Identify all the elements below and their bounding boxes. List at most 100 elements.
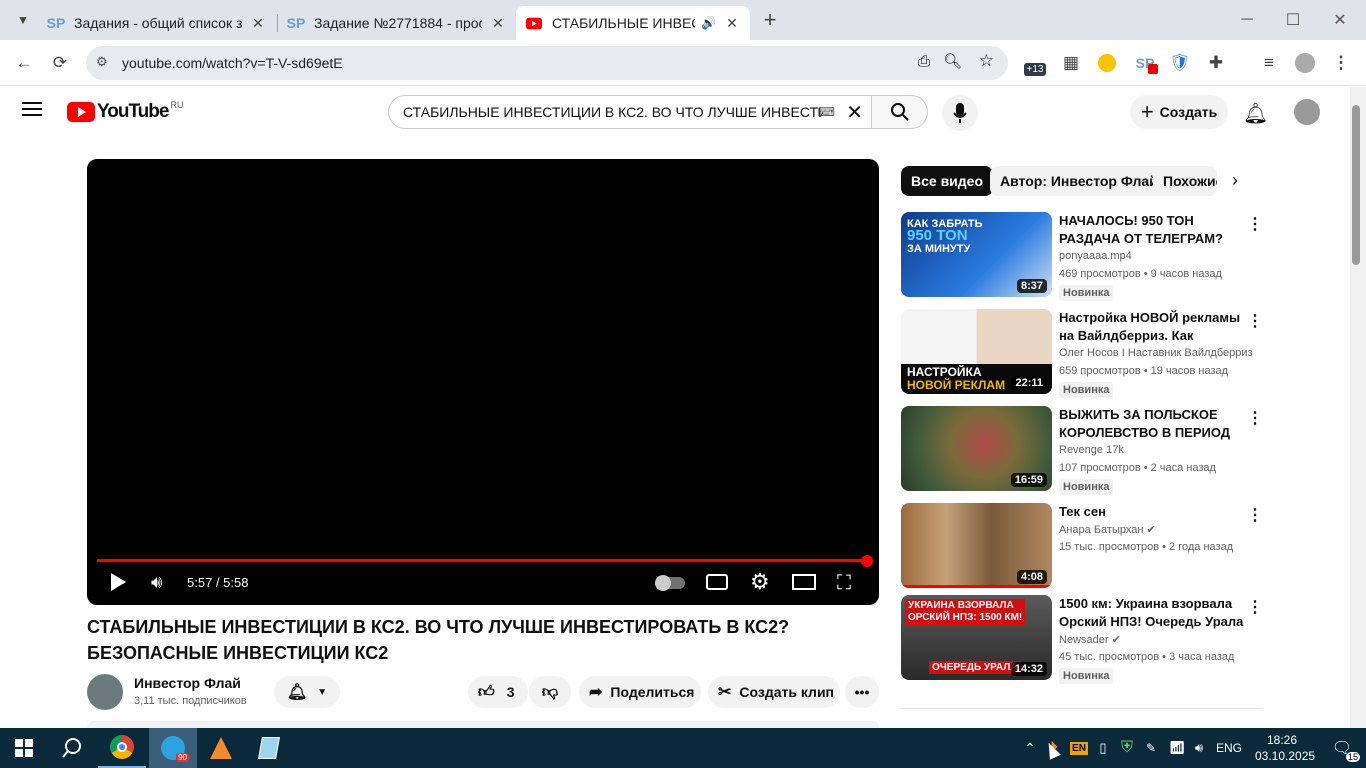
site-info-icon[interactable]: ⚙ (96, 54, 108, 70)
chevron-right-icon[interactable]: › (1232, 170, 1238, 191)
close-icon[interactable]: ✕ (490, 15, 506, 31)
recommended-channel[interactable]: Анара Батырхан ✔ (1059, 523, 1156, 536)
video-thumbnail[interactable]: УКРАИНА ВЗОРВАЛА ОРСКИЙ НПЗ: 1500 КМ! ОЧЕ… (901, 595, 1052, 680)
settings-gear-icon[interactable]: ⚙ (750, 569, 770, 595)
more-actions-button[interactable]: ••• (845, 676, 879, 708)
notifications-bell-icon[interactable]: 🔔︎ (1243, 101, 1268, 126)
recommended-channel[interactable]: ponyaaaa.mp4 (1059, 250, 1132, 262)
new-tab-button[interactable]: + (755, 5, 785, 35)
start-button[interactable] (0, 728, 48, 768)
sp-favicon-icon: SP (286, 15, 306, 31)
maximize-button[interactable]: ☐ (1270, 0, 1316, 40)
install-icon[interactable]: ⎙ (918, 53, 930, 70)
chip-all-videos[interactable]: Все видео (901, 166, 994, 196)
zoom-icon[interactable]: 🔍︎ (943, 52, 962, 70)
tab-2[interactable]: SP Задание №2771884 - просмотр ✕ (278, 6, 516, 40)
close-window-button[interactable]: ✕ (1317, 0, 1363, 40)
telegram-taskbar-app[interactable]: 90 (149, 728, 197, 768)
share-button[interactable]: ➦ Поделиться (579, 676, 701, 708)
voice-search-button[interactable] (942, 95, 978, 131)
reload-button[interactable]: ⟳ (45, 48, 75, 78)
like-button[interactable]: 👍︎ 3 (468, 676, 528, 708)
chip-related[interactable]: Похожие (1153, 166, 1217, 196)
show-hidden-icons[interactable]: ⌃ (1015, 728, 1045, 768)
network-icon[interactable]: 📶︎ (1166, 728, 1188, 768)
clock[interactable]: 18:26 03.10.2025 (1255, 732, 1315, 764)
profile-avatar[interactable] (1290, 48, 1320, 78)
menu-kebab-icon[interactable]: ⋮ (1326, 48, 1356, 78)
shield-icon[interactable]: 🛡︎ (1165, 48, 1195, 78)
address-bar[interactable]: ⚙ youtube.com/watch?v=T-V-sd69etE ⎙ 🔍︎ ☆ (86, 46, 1008, 80)
more-vertical-icon[interactable]: ⋮ (1247, 214, 1263, 234)
battery-icon[interactable]: ▯ (1092, 728, 1114, 768)
tray-en-icon[interactable]: EN (1068, 728, 1090, 768)
search-button[interactable] (871, 95, 928, 129)
user-avatar[interactable] (1294, 99, 1320, 125)
volume-tray-icon[interactable]: 🔊︎ (1188, 728, 1210, 768)
extensions-count-icon[interactable]: +13 (1020, 48, 1050, 78)
play-button[interactable] (109, 572, 127, 597)
bookmark-star-icon[interactable]: ☆ (979, 51, 994, 71)
search-taskbar-button[interactable] (48, 728, 96, 768)
recommended-item[interactable]: НАСТРОЙКА НОВОЙ РЕКЛАМ 22:11 Настройка НО… (901, 309, 1271, 398)
recommended-item[interactable]: КАК ЗАБРАТЬ 950 TON ЗА МИНУТУ 8:37 НАЧАЛОС… (901, 212, 1271, 301)
tab-1[interactable]: SP Задания - общий список задания ✕ (38, 6, 276, 40)
scrubber-handle[interactable] (860, 555, 873, 567)
app-notepad-taskbar[interactable] (245, 728, 293, 768)
close-icon[interactable]: ✕ (250, 15, 266, 31)
back-button[interactable]: ← (9, 48, 39, 78)
channel-avatar[interactable] (87, 674, 123, 710)
timer-extension-icon[interactable] (1092, 48, 1122, 78)
sp-extension-icon[interactable]: SP (1130, 48, 1160, 78)
chrome-taskbar-app[interactable] (98, 728, 146, 768)
more-vertical-icon[interactable]: ⋮ (1247, 408, 1263, 428)
shield-tray-icon[interactable]: ⛨ (1116, 728, 1138, 768)
clip-button[interactable]: ✂ Создать клип (708, 676, 840, 708)
keyboard-icon[interactable]: ⌨ (818, 105, 835, 119)
speaker-icon[interactable]: 🔊 (701, 16, 716, 30)
more-vertical-icon[interactable]: ⋮ (1247, 597, 1263, 617)
media-control-icon[interactable]: ≡ (1254, 48, 1284, 78)
description-box-edge (87, 721, 879, 728)
channel-name[interactable]: Инвестор Флай (134, 675, 241, 691)
page-scrollbar[interactable] (1350, 87, 1366, 728)
clear-search-icon[interactable]: ✕ (846, 100, 863, 125)
tab-search-button[interactable]: ▼ (8, 5, 38, 35)
youtube-logo[interactable]: YouTube RU (67, 100, 183, 123)
theater-mode-icon[interactable] (792, 574, 816, 590)
recommended-channel[interactable]: Newsader ✔ (1059, 633, 1121, 646)
scrollbar-thumb[interactable] (1352, 105, 1360, 265)
app-orange-taskbar[interactable] (197, 728, 245, 768)
video-thumbnail[interactable]: 16:59 (901, 406, 1052, 491)
recommended-item[interactable]: УКРАИНА ВЗОРВАЛА ОРСКИЙ НПЗ: 1500 КМ! ОЧЕ… (901, 595, 1271, 684)
fullscreen-icon[interactable]: ⛶ (837, 572, 851, 595)
create-button[interactable]: + Создать (1130, 95, 1228, 129)
hamburger-icon[interactable] (22, 101, 44, 119)
subtitles-icon[interactable] (706, 574, 728, 590)
volume-button[interactable]: 🔊︎ (151, 572, 162, 593)
minimize-button[interactable]: ─ (1224, 0, 1270, 40)
extensions-puzzle-icon[interactable]: ✚ (1201, 48, 1231, 78)
notification-center-button[interactable]: 🗨︎ 15 (1318, 728, 1366, 768)
qr-icon[interactable]: ▦ (1056, 48, 1086, 78)
progress-bar[interactable] (97, 559, 867, 562)
tab-3-active[interactable]: СТАБИЛЬНЫЕ ИНВЕСТИЦИИ В КС2 🔊 ✕ (516, 6, 750, 40)
more-vertical-icon[interactable]: ⋮ (1247, 505, 1263, 525)
autoplay-toggle[interactable] (655, 575, 685, 591)
recommended-item[interactable]: 4:08 Тек сен Анара Батырхан ✔ 15 тыс. пр… (901, 503, 1271, 591)
more-vertical-icon[interactable]: ⋮ (1247, 311, 1263, 331)
video-thumbnail[interactable]: КАК ЗАБРАТЬ 950 TON ЗА МИНУТУ 8:37 (901, 212, 1052, 297)
video-thumbnail[interactable]: 4:08 (901, 503, 1052, 588)
video-player[interactable]: 🔊︎ 5:57 / 5:58 ⚙ ⛶ (87, 159, 879, 605)
dislike-button[interactable]: 👎︎ (529, 676, 571, 708)
ime-icon[interactable]: ✎ (1140, 728, 1162, 768)
notification-bell-button[interactable]: 🔔︎ ▼ (274, 676, 340, 708)
recommended-channel[interactable]: Олег Носов I Наставник Вайлдберриз (1059, 347, 1253, 359)
language-indicator[interactable]: ENG (1212, 728, 1246, 768)
search-input[interactable]: СТАБИЛЬНЫЕ ИНВЕСТИЦИИ В КС2. ВО ЧТО ЛУЧШ… (388, 95, 872, 129)
chip-author[interactable]: Автор: Инвестор Флай (990, 166, 1168, 196)
recommended-channel[interactable]: Revenge 17k (1059, 444, 1124, 456)
recommended-item[interactable]: 16:59 ВЫЖИТЬ ЗА ПОЛЬСКОЕ КОРОЛЕВСТВО В П… (901, 406, 1271, 495)
close-icon[interactable]: ✕ (724, 15, 740, 31)
video-thumbnail[interactable]: НАСТРОЙКА НОВОЙ РЕКЛАМ 22:11 (901, 309, 1052, 394)
